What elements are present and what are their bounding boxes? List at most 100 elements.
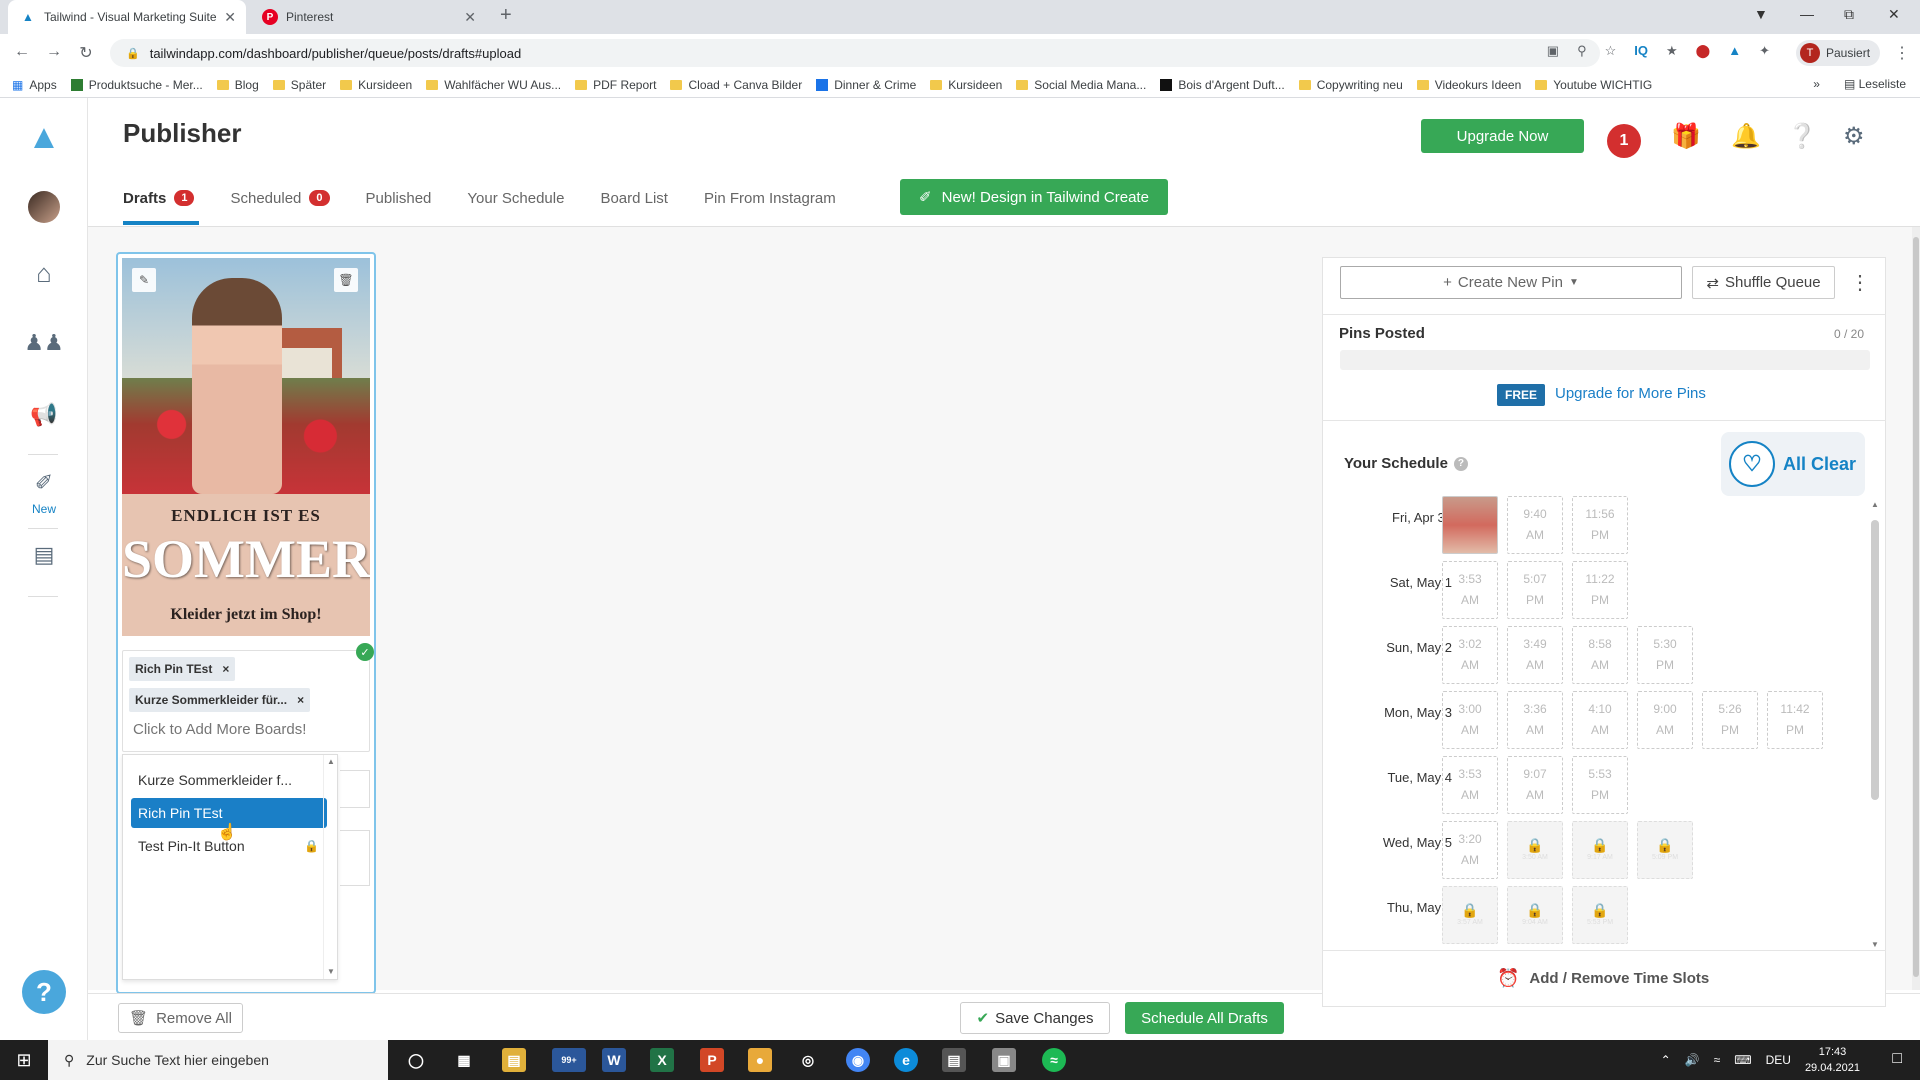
bookmark-item[interactable]: Produktsuche - Mer... bbox=[70, 78, 203, 92]
add-boards-input[interactable] bbox=[133, 721, 363, 738]
translate-icon[interactable]: ▣ bbox=[1547, 43, 1559, 59]
gift-icon[interactable]: 🎁 bbox=[1671, 122, 1701, 151]
chart-icon[interactable]: ▤ bbox=[0, 542, 88, 568]
bell-icon[interactable]: 🔔 bbox=[1731, 122, 1761, 151]
word-icon[interactable]: W bbox=[602, 1048, 626, 1072]
bookmark-folder[interactable]: Kursideen bbox=[340, 78, 412, 92]
window-close-icon[interactable]: ✕ bbox=[1888, 6, 1900, 23]
time-slot[interactable]: 5:53 PM bbox=[1572, 756, 1628, 814]
close-icon[interactable]: ✕ bbox=[224, 9, 236, 26]
brush-icon[interactable]: ✐ bbox=[0, 470, 88, 496]
app-icon[interactable]: ▤ bbox=[942, 1048, 966, 1072]
close-icon[interactable]: ✕ bbox=[464, 9, 476, 26]
tailwind-logo-icon[interactable]: ▲ bbox=[0, 118, 88, 157]
shuffle-queue-button[interactable]: ⇄ Shuffle Queue bbox=[1692, 266, 1835, 299]
time-slot[interactable]: 4:10 AM bbox=[1572, 691, 1628, 749]
chrome-icon[interactable]: ◉ bbox=[846, 1048, 870, 1072]
volume-icon[interactable]: 🔊 bbox=[1685, 1053, 1700, 1067]
bookmark-folder[interactable]: Wahlfächer WU Aus... bbox=[426, 78, 561, 92]
time-slot[interactable]: 9:40 AM bbox=[1507, 496, 1563, 554]
scroll-thumb[interactable] bbox=[1913, 237, 1919, 977]
tab-scheduled[interactable]: Scheduled 0 bbox=[230, 178, 330, 218]
mail-icon[interactable]: 99+ bbox=[552, 1048, 586, 1072]
notifications-icon[interactable]: □ bbox=[1892, 1050, 1902, 1068]
locked-time-slot[interactable]: 🔒 3:57 AM bbox=[1442, 886, 1498, 944]
remove-tag-icon[interactable]: × bbox=[222, 662, 229, 676]
extension-icon[interactable]: ★ bbox=[1666, 43, 1678, 59]
bookmark-apps[interactable]: ▦ Apps bbox=[12, 78, 57, 92]
upgrade-for-more-pins-link[interactable]: Upgrade for More Pins bbox=[1555, 385, 1706, 402]
tab-board-list[interactable]: Board List bbox=[600, 178, 668, 218]
browser-tab-tailwind[interactable]: ▲ Tailwind - Visual Marketing Suite ✕ bbox=[8, 0, 246, 34]
bookmark-folder[interactable]: PDF Report bbox=[575, 78, 656, 92]
time-slot[interactable]: 9:00 AM bbox=[1637, 691, 1693, 749]
help-button[interactable]: ? bbox=[22, 970, 66, 1014]
adblock-icon[interactable]: ⬤ bbox=[1696, 43, 1711, 59]
keyboard-icon[interactable]: ⌨ bbox=[1734, 1053, 1751, 1067]
upgrade-now-button[interactable]: Upgrade Now bbox=[1421, 119, 1584, 153]
tab-pin-from-instagram[interactable]: Pin From Instagram bbox=[704, 178, 836, 218]
browser-tab-pinterest[interactable]: P Pinterest ✕ bbox=[250, 0, 486, 34]
app-icon[interactable]: ▣ bbox=[992, 1048, 1016, 1072]
dropdown-option[interactable]: Kurze Sommerkleider f... bbox=[131, 765, 327, 795]
bookmark-folder[interactable]: Blog bbox=[216, 78, 259, 92]
puzzle-icon[interactable]: ✦ bbox=[1759, 43, 1770, 59]
time-slot[interactable]: 3:36 AM bbox=[1507, 691, 1563, 749]
bookmark-folder[interactable]: Youtube WICHTIG bbox=[1535, 78, 1652, 92]
reading-list[interactable]: » ▤ Leseliste bbox=[1813, 77, 1906, 91]
time-slot[interactable]: 5:07 PM bbox=[1507, 561, 1563, 619]
time-slot[interactable]: 8:58 AM bbox=[1572, 626, 1628, 684]
time-slot[interactable]: 11:42 PM bbox=[1767, 691, 1823, 749]
time-slot[interactable]: 11:56 PM bbox=[1572, 496, 1628, 554]
app-icon[interactable]: ◎ bbox=[796, 1048, 820, 1072]
locked-time-slot[interactable]: 🔒 5:53 PM bbox=[1572, 886, 1628, 944]
menu-icon[interactable]: ⋮ bbox=[1888, 43, 1916, 63]
account-avatar[interactable] bbox=[0, 191, 88, 230]
scroll-up-icon[interactable]: ▲ bbox=[327, 757, 335, 766]
scroll-down-icon[interactable]: ▼ bbox=[327, 967, 335, 976]
schedule-scrollbar[interactable]: ▲ ▼ bbox=[1868, 500, 1882, 950]
time-slot[interactable]: 3:02 AM bbox=[1442, 626, 1498, 684]
windows-start-icon[interactable]: ⊞ bbox=[0, 1050, 48, 1071]
users-icon[interactable]: ♟♟ bbox=[0, 330, 88, 356]
tab-your-schedule[interactable]: Your Schedule bbox=[467, 178, 564, 218]
locked-time-slot[interactable]: 🔒 9:17 AM bbox=[1572, 821, 1628, 879]
remove-tag-icon[interactable]: × bbox=[297, 693, 304, 707]
time-slot[interactable]: 3:53 AM bbox=[1442, 561, 1498, 619]
pin-image[interactable]: ENDLICH IST ES SOMMER Kleider jetzt im S… bbox=[122, 258, 370, 636]
tailwind-extension-icon[interactable]: ▲ bbox=[1728, 43, 1741, 59]
notification-count-badge[interactable]: 1 bbox=[1607, 124, 1641, 158]
bookmark-item[interactable]: Dinner & Crime bbox=[816, 78, 916, 92]
new-tab-icon[interactable]: + bbox=[500, 4, 512, 27]
scheduled-pin-thumbnail[interactable] bbox=[1442, 496, 1498, 554]
scroll-up-icon[interactable]: ▲ bbox=[1871, 500, 1879, 509]
bookmark-folder[interactable]: Später bbox=[272, 78, 326, 92]
more-options-icon[interactable]: ⋮ bbox=[1850, 270, 1870, 295]
scroll-down-icon[interactable]: ▼ bbox=[1871, 940, 1879, 949]
cortana-icon[interactable]: ◯ bbox=[404, 1048, 428, 1072]
edge-icon[interactable]: e bbox=[894, 1048, 918, 1072]
gear-icon[interactable]: ⚙ bbox=[1843, 122, 1865, 151]
extension-iq-icon[interactable]: IQ bbox=[1634, 43, 1648, 59]
dropdown-scrollbar[interactable]: ▲ ▼ bbox=[323, 755, 337, 979]
help-icon[interactable]: ? bbox=[1453, 456, 1468, 471]
help-icon[interactable]: ❔ bbox=[1787, 122, 1817, 151]
task-view-icon[interactable]: ▦ bbox=[452, 1048, 476, 1072]
time-slot[interactable]: 3:00 AM bbox=[1442, 691, 1498, 749]
page-scrollbar[interactable] bbox=[1912, 227, 1920, 990]
tab-published[interactable]: Published bbox=[366, 178, 432, 218]
bookmark-star-icon[interactable]: ☆ bbox=[1605, 43, 1617, 59]
edit-pencil-icon[interactable]: ✎ bbox=[132, 268, 156, 292]
save-changes-button[interactable]: ✔ Save Changes bbox=[960, 1002, 1110, 1034]
wifi-icon[interactable]: ≈ bbox=[1714, 1053, 1721, 1067]
app-icon[interactable]: ● bbox=[748, 1048, 772, 1072]
design-in-tailwind-create-button[interactable]: ✐ New! Design in Tailwind Create bbox=[900, 179, 1168, 215]
megaphone-icon[interactable]: 📢 bbox=[0, 402, 88, 428]
trash-icon[interactable]: 🗑 bbox=[334, 268, 358, 292]
forward-icon[interactable]: → bbox=[40, 43, 68, 61]
time-slot[interactable]: 3:49 AM bbox=[1507, 626, 1563, 684]
bookmark-folder[interactable]: Social Media Mana... bbox=[1016, 78, 1146, 92]
bookmark-folder[interactable]: Cload + Canva Bilder bbox=[670, 78, 802, 92]
home-icon[interactable]: ⌂ bbox=[0, 258, 88, 289]
zoom-icon[interactable]: ⚲ bbox=[1577, 43, 1587, 59]
